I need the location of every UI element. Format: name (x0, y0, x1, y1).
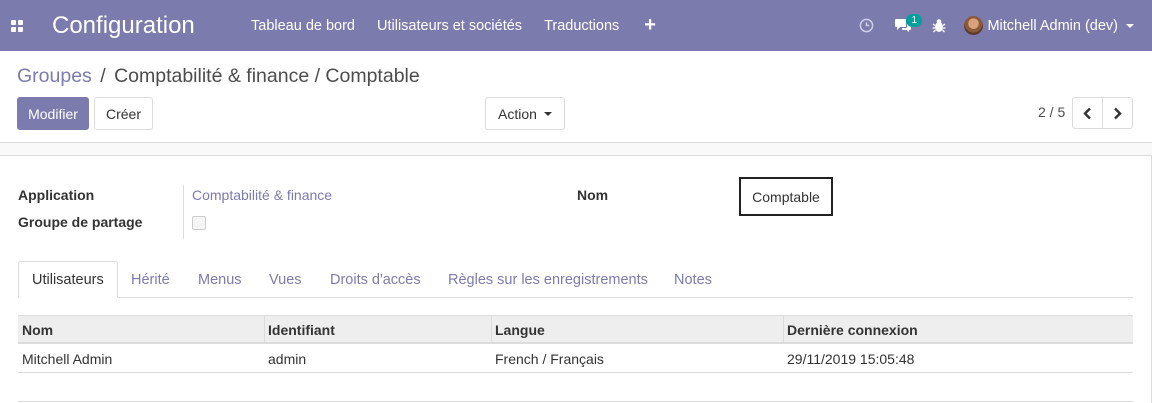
chevron-left-icon (1083, 107, 1091, 119)
cell-language: French / Français (495, 350, 604, 367)
table-bottom-divider (18, 401, 1133, 402)
name-value: Comptable (752, 188, 820, 205)
cell-name: Mitchell Admin (22, 350, 113, 367)
application-label: Application (18, 187, 95, 203)
tab-users[interactable]: Utilisateurs (18, 261, 118, 298)
share-group-label: Groupe de partage (18, 214, 143, 230)
systray: 1 Mitchell Admin (dev) (849, 0, 1152, 51)
name-field[interactable]: Comptable (739, 177, 833, 216)
breadcrumb-separator: / (100, 65, 106, 87)
plus-icon[interactable]: + (630, 0, 670, 51)
messages-badge: 1 (906, 14, 923, 27)
action-label: Action (498, 105, 537, 122)
edit-button[interactable]: Modifier (17, 97, 89, 130)
debug-bug-icon[interactable] (922, 0, 956, 51)
caret-down-icon (543, 111, 552, 116)
cell-login: admin (268, 350, 307, 367)
column-header-language[interactable]: Langue (491, 316, 545, 344)
breadcrumb-groups-link[interactable]: Groupes (17, 65, 92, 87)
pager-value[interactable]: 2 / 5 (1038, 104, 1065, 120)
pager-previous-button[interactable] (1072, 97, 1103, 129)
menu-users-companies[interactable]: Utilisateurs et sociétés (366, 0, 533, 51)
tab-notes[interactable]: Notes (674, 261, 712, 298)
menu-dashboard[interactable]: Tableau de bord (240, 0, 366, 51)
column-header-login[interactable]: Identifiant (264, 316, 335, 344)
chevron-right-icon (1114, 107, 1122, 119)
users-table: Nom Identifiant Langue Dernière connexio… (18, 315, 1133, 373)
create-button[interactable]: Créer (94, 97, 153, 130)
tab-access-rights[interactable]: Droits d'accès (330, 261, 421, 298)
activity-clock-icon[interactable] (849, 0, 884, 51)
notebook-tabs: Utilisateurs Hérité Menus Vues Droits d'… (18, 261, 1133, 298)
share-group-checkbox[interactable] (192, 216, 206, 230)
tab-inherited[interactable]: Hérité (131, 261, 170, 298)
field-separator (183, 185, 184, 239)
column-header-last-login[interactable]: Dernière connexion (783, 316, 918, 344)
table-row[interactable]: Mitchell Admin admin French / Français 2… (18, 344, 1133, 373)
user-name: Mitchell Admin (dev) (987, 17, 1118, 34)
column-header-name[interactable]: Nom (18, 316, 53, 344)
name-label: Nom (577, 187, 609, 203)
apps-menu-icon[interactable] (0, 0, 34, 51)
application-value-link[interactable]: Comptabilité & finance (192, 187, 332, 203)
pager-next-button[interactable] (1102, 97, 1133, 129)
avatar (964, 16, 984, 35)
sheet-background (0, 142, 1152, 156)
messages-icon[interactable]: 1 (884, 0, 923, 51)
action-dropdown-button[interactable]: Action (485, 97, 565, 130)
breadcrumb: Groupes / Comptabilité & finance / Compt… (17, 65, 420, 88)
top-navbar: Configuration Tableau de bord Utilisateu… (0, 0, 1152, 51)
tab-menus[interactable]: Menus (198, 261, 242, 298)
app-title: Configuration (52, 11, 195, 39)
tab-record-rules[interactable]: Règles sur les enregistrements (448, 261, 648, 298)
breadcrumb-current: Comptabilité & finance / Comptable (114, 65, 420, 87)
tab-views[interactable]: Vues (269, 261, 302, 298)
user-menu[interactable]: Mitchell Admin (dev) (956, 16, 1134, 35)
table-header: Nom Identifiant Langue Dernière connexio… (18, 315, 1133, 344)
chevron-down-icon (1126, 23, 1134, 28)
cell-last-login: 29/11/2019 15:05:48 (787, 350, 915, 367)
menu-translations[interactable]: Traductions (533, 0, 630, 51)
